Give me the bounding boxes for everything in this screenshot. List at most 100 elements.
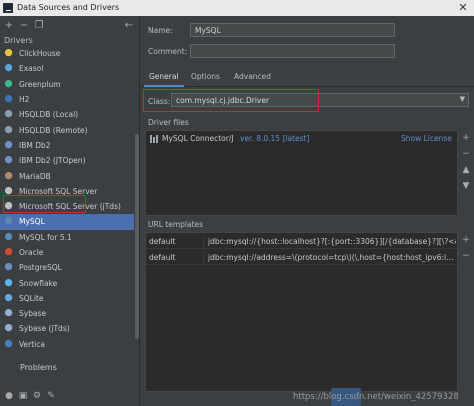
ibm-icon [5, 140, 14, 150]
postgresql-icon [5, 263, 14, 273]
url-templates-table: default jdbc:mysql://{host::localhost}?[… [145, 232, 458, 392]
add-icon[interactable]: + [460, 132, 472, 144]
driver-item-label: IBM Db2 [19, 140, 51, 150]
settings-icon[interactable]: ⚙ [32, 391, 42, 401]
tab-advanced[interactable]: Advanced [232, 72, 273, 81]
driver-item[interactable]: Snowflake [0, 275, 134, 290]
library-icon [150, 135, 159, 143]
driver-files-label: Driver files [148, 118, 189, 127]
driver-item[interactable]: Sybase (jTds) [0, 321, 134, 336]
move-up-icon[interactable]: ▲ [460, 164, 472, 176]
driver-item-label: Exasol [19, 64, 44, 74]
driver-details-panel: Name: MySQL Comment: General Options Adv… [141, 16, 474, 406]
bottom-toolbar: ● ▣ ⚙ ✎ [4, 391, 134, 403]
driver-item[interactable]: H2 [0, 92, 134, 107]
driver-item-label: Sybase (jTds) [19, 324, 70, 334]
driver-item[interactable]: ClickHouse [0, 46, 134, 61]
hsqldb-icon [5, 110, 14, 120]
add-icon[interactable]: + [3, 20, 15, 32]
remove-icon[interactable]: − [18, 20, 30, 32]
url-templates-label: URL templates [148, 220, 204, 229]
mysql-icon [5, 217, 14, 227]
close-icon[interactable]: ✕ [456, 1, 470, 15]
sybase-icon [5, 309, 14, 319]
driver-item-label: Vertica [19, 339, 45, 349]
oracle-icon [5, 248, 14, 257]
dot-icon[interactable]: ● [4, 391, 14, 401]
driver-item[interactable]: HSQLDB (Remote) [0, 122, 134, 137]
drivers-toolbar: + − ❐ ← [0, 18, 140, 34]
name-field[interactable]: MySQL [190, 23, 395, 37]
driver-item[interactable]: IBM Db2 [0, 138, 134, 153]
driver-item[interactable]: PostgreSQL [0, 260, 134, 275]
greenplum-icon [5, 79, 14, 89]
driver-list-scrollbar[interactable] [135, 134, 139, 339]
driver-item[interactable]: IBM Db2 (JTOpen) [0, 153, 134, 168]
title-bar: Data Sources and Drivers ✕ [0, 0, 474, 16]
problems-label[interactable]: Problems [20, 363, 57, 372]
add-icon[interactable]: + [460, 234, 472, 246]
url-template-value[interactable]: jdbc:mysql://address=\(protocol=tcp\)(\,… [208, 253, 456, 262]
driver-item-label: Snowflake [19, 278, 58, 288]
tab-options[interactable]: Options [189, 72, 222, 81]
duplicate-icon[interactable]: ▣ [18, 391, 28, 401]
mysql-highlight-box [3, 195, 86, 213]
tab-general[interactable]: General [147, 72, 181, 81]
url-template-row[interactable]: default jdbc:mysql://address=\(protocol=… [146, 250, 457, 265]
driver-item-label: MySQL [19, 217, 45, 227]
driver-file-version[interactable]: ver. 8.0.15 [latest] [240, 134, 309, 143]
tab-bar: General Options Advanced [141, 69, 474, 87]
driver-file-name: MySQL Connector/J [162, 134, 234, 143]
url-template-value[interactable]: jdbc:mysql://{host::localhost}?[:{port::… [208, 237, 456, 246]
driver-item[interactable]: MySQL for 5.1 [0, 230, 134, 245]
driver-item-label: ClickHouse [19, 49, 61, 59]
sybase-icon [5, 324, 14, 334]
driver-item-label: HSQLDB (Remote) [19, 125, 88, 135]
driver-item[interactable]: MariaDB [0, 168, 134, 183]
copy-icon[interactable]: ❐ [33, 20, 45, 32]
remove-icon[interactable]: − [460, 250, 472, 262]
watermark-text: https://blog.csdn.net/weixin_42579328 [293, 392, 459, 402]
back-arrow-icon[interactable]: ← [123, 20, 135, 32]
driver-item[interactable]: Exasol [0, 61, 134, 76]
name-label: Name: [148, 26, 173, 35]
driver-item[interactable]: Sybase [0, 306, 134, 321]
remove-icon[interactable]: − [460, 148, 472, 160]
driver-item-label: IBM Db2 (JTOpen) [19, 156, 86, 166]
driver-files-list: MySQL Connector/J ver. 8.0.15 [latest] S… [145, 130, 458, 216]
driver-item-label: HSQLDB (Local) [19, 110, 79, 120]
class-highlight-box [143, 89, 319, 112]
comment-field[interactable] [190, 44, 395, 58]
h2-icon [5, 95, 14, 105]
ibm-icon [5, 156, 14, 166]
edit-icon[interactable]: ✎ [46, 391, 56, 401]
intellij-app-icon [3, 3, 13, 13]
comment-label: Comment: [148, 47, 188, 56]
driver-item[interactable]: MySQL [0, 214, 134, 230]
url-template-row[interactable]: default jdbc:mysql://{host::localhost}?[… [146, 234, 457, 249]
driver-item-label: Oracle [19, 248, 44, 257]
driver-item-label: SQLite [19, 293, 44, 303]
driver-item[interactable]: Oracle [0, 245, 134, 260]
mariadb-icon [5, 171, 14, 181]
active-tab-indicator [144, 85, 184, 87]
driver-item[interactable]: SQLite [0, 291, 134, 306]
show-license-link[interactable]: Show License [401, 134, 452, 143]
driver-file-row[interactable]: MySQL Connector/J ver. 8.0.15 [latest] S… [150, 133, 452, 145]
drivers-heading: Drivers [4, 36, 33, 45]
driver-item-label: H2 [19, 95, 30, 105]
url-template-name: default [149, 253, 176, 262]
sqlite-icon [5, 293, 14, 303]
driver-item[interactable]: Greenplum [0, 77, 134, 92]
driver-item[interactable]: HSQLDB (Local) [0, 107, 134, 122]
driver-item[interactable]: Vertica [0, 337, 134, 352]
clickhouse-icon [5, 49, 14, 59]
chevron-down-icon[interactable]: ▼ [460, 95, 465, 104]
driver-item-label: MySQL for 5.1 [19, 232, 72, 242]
window-title: Data Sources and Drivers [17, 3, 120, 12]
drivers-panel: + − ❐ ← Drivers ClickHouse Exasol Greenplu… [0, 16, 140, 406]
driver-item-label: Greenplum [19, 79, 61, 89]
vertica-icon [5, 339, 14, 349]
driver-item-label: PostgreSQL [19, 263, 62, 273]
move-down-icon[interactable]: ▼ [460, 180, 472, 192]
